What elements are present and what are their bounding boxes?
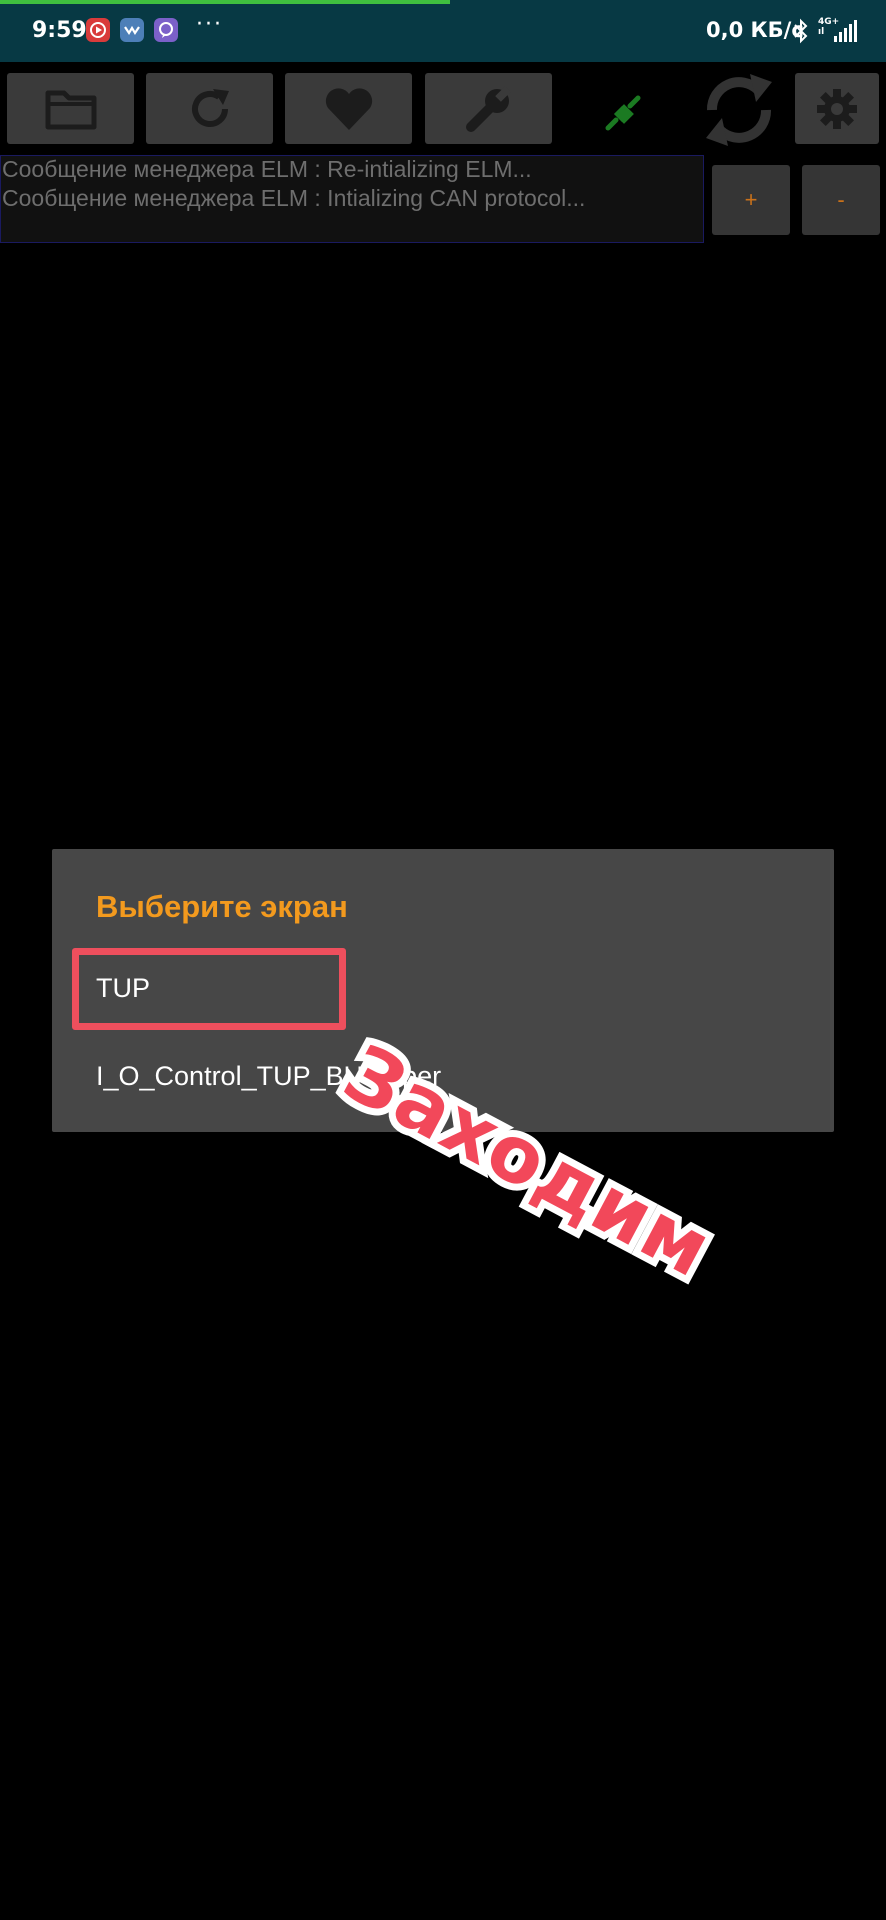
highlight-frame [72, 948, 346, 1030]
zoom-in-button[interactable]: + [712, 165, 790, 235]
refresh-icon [191, 88, 229, 127]
log-line: Сообщение менеджера ELM : Intializing CA… [2, 185, 586, 211]
zoom-out-button[interactable]: - [802, 165, 880, 235]
settings-button[interactable] [795, 73, 879, 144]
bluetooth-icon [794, 18, 808, 44]
gear-icon [817, 88, 857, 129]
log-line: Сообщение менеджера ELM : Re-intializing… [2, 156, 532, 182]
favorites-button[interactable] [285, 73, 412, 144]
status-bar: 9:59 ··· 0,0 КБ/с 4G+ ıl [0, 0, 886, 62]
refresh-button[interactable] [146, 73, 273, 144]
wrench-icon [465, 85, 511, 132]
dialog-title: Выберите экран [96, 889, 348, 924]
more-notifications-indicator: ··· [196, 12, 223, 37]
folder-icon [45, 90, 96, 129]
plug-icon [605, 95, 641, 131]
tools-button[interactable] [425, 73, 552, 144]
sync-icon[interactable] [700, 68, 778, 152]
status-time: 9:59 [32, 18, 87, 43]
vk-icon [120, 18, 144, 42]
download-progress-bar [0, 0, 450, 4]
network-speed: 0,0 КБ/с [706, 18, 804, 42]
elm-log-panel: Сообщение менеджера ELM : Re-intializing… [0, 155, 704, 243]
viber-icon [154, 18, 178, 42]
signal-strength-icon [834, 20, 857, 42]
open-folder-button[interactable] [7, 73, 134, 144]
heart-icon [325, 87, 372, 130]
youtube-icon [86, 18, 110, 42]
